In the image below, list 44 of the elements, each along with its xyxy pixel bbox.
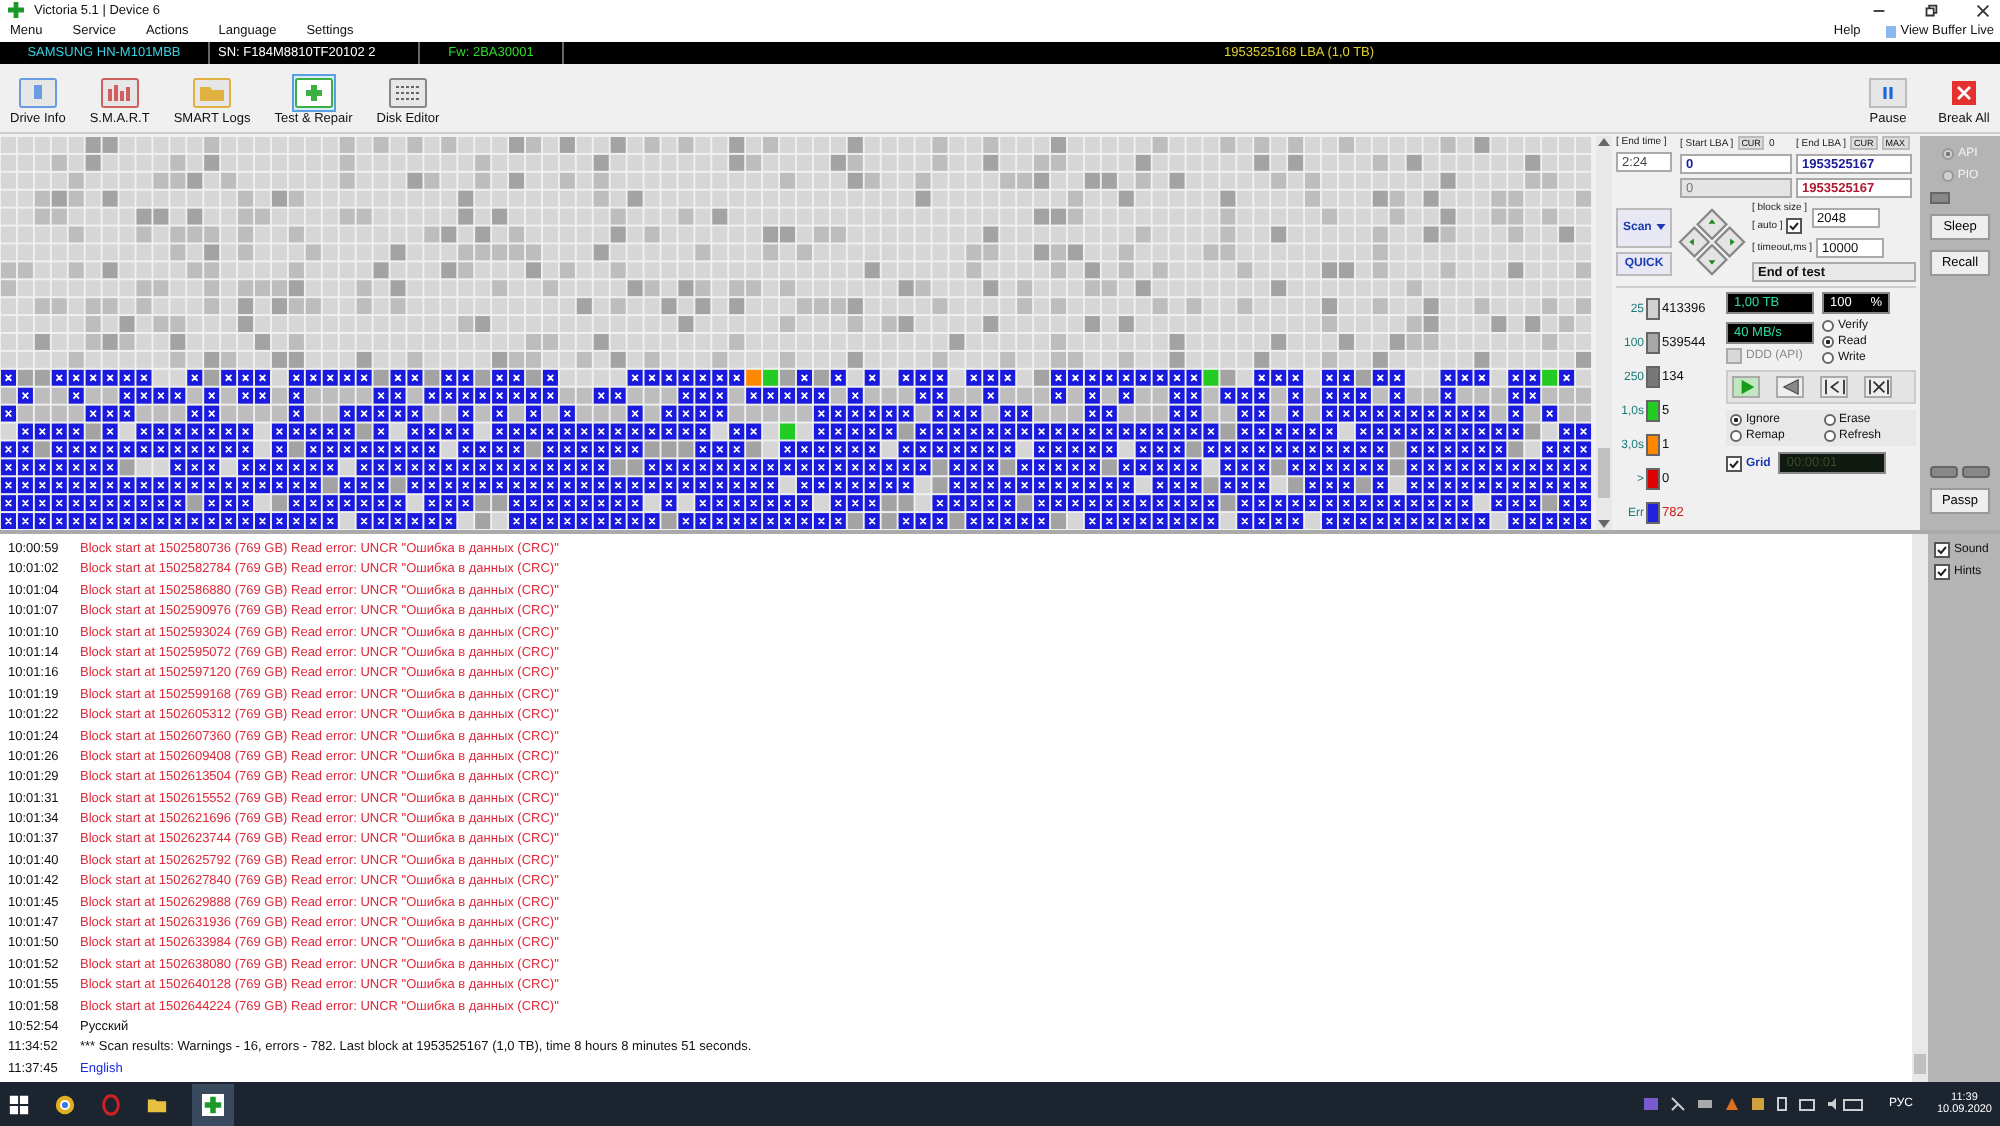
direction-pad-icon[interactable] xyxy=(1678,208,1746,277)
radio-button[interactable] xyxy=(1822,320,1834,333)
app-logo-icon xyxy=(8,2,24,19)
bar-chart-icon xyxy=(99,76,140,111)
checkbox[interactable] xyxy=(1934,564,1950,581)
scrollbar[interactable] xyxy=(1912,534,1928,1083)
folder-icon xyxy=(192,76,233,111)
radio-button[interactable] xyxy=(1823,430,1835,443)
radio-button[interactable] xyxy=(1730,414,1742,427)
grid-checkbox[interactable] xyxy=(1726,455,1742,472)
toggle-button[interactable] xyxy=(1930,466,1958,479)
scrollbar[interactable] xyxy=(1596,136,1612,531)
auto-checkbox[interactable] xyxy=(1786,218,1803,235)
close-icon[interactable] xyxy=(1974,1,1992,20)
reverse-icon xyxy=(1779,378,1801,397)
radio-button[interactable] xyxy=(1823,414,1835,427)
indicator-icon xyxy=(1930,192,1950,205)
transport-button[interactable] xyxy=(1820,376,1848,399)
radio-button[interactable] xyxy=(1730,430,1742,443)
browser-icon[interactable] xyxy=(54,1093,76,1116)
radio-button[interactable] xyxy=(1822,336,1834,349)
caret-icon xyxy=(1655,224,1665,231)
transport-button[interactable] xyxy=(1776,376,1804,399)
check-icon xyxy=(1788,220,1801,233)
check-icon xyxy=(1728,457,1740,470)
checkbox[interactable] xyxy=(1934,542,1950,559)
pause-icon xyxy=(1868,76,1908,111)
keyboard-icon xyxy=(387,76,428,111)
plus-icon xyxy=(293,76,334,111)
buffer-icon xyxy=(1886,25,1897,38)
scroll-up-icon[interactable] xyxy=(1598,138,1610,147)
skip-end-icon xyxy=(1867,378,1889,397)
transport-button[interactable] xyxy=(1864,376,1892,399)
skip-back-icon xyxy=(1823,378,1845,397)
scroll-thumb[interactable] xyxy=(1598,448,1610,499)
scroll-thumb[interactable] xyxy=(1914,1054,1926,1075)
toggle-button[interactable] xyxy=(1962,466,1990,479)
app-logo-icon[interactable] xyxy=(192,1083,234,1126)
restore-icon[interactable] xyxy=(1922,1,1940,20)
radio-button[interactable] xyxy=(1822,352,1834,365)
scroll-down-icon[interactable] xyxy=(1598,520,1610,529)
drive-icon xyxy=(17,76,58,111)
tray-icons-drawing[interactable] xyxy=(1644,1094,1865,1115)
windows-logo-icon[interactable] xyxy=(8,1093,30,1116)
